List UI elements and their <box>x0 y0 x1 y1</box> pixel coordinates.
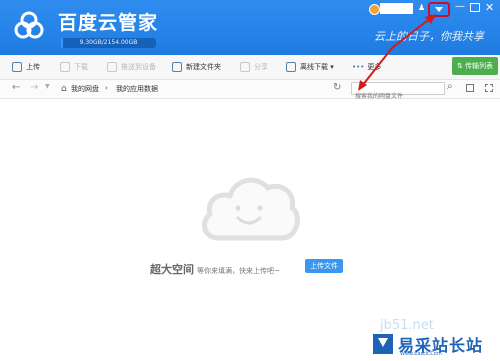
breadcrumb-separator-icon: › <box>105 84 108 92</box>
home-icon[interactable]: ⌂ <box>61 84 67 94</box>
breadcrumb-root[interactable]: 我的网盘 <box>71 84 99 94</box>
transfer-label: 传输列表 <box>465 62 494 70</box>
avatar[interactable] <box>369 4 380 15</box>
username-field[interactable] <box>380 3 413 14</box>
maximize-button[interactable] <box>470 3 480 12</box>
upload-icon <box>12 62 22 72</box>
empty-state-message: 超大空间 等你来填满，快来上传吧~ <box>150 258 280 277</box>
watermark-logo-icon <box>373 334 393 354</box>
title-bar: 百度云管家 9.30GB/2154.00GB ♟ — ✕ 云上的日子，你我共享 <box>0 0 500 55</box>
offline-label: 离线下载 <box>300 63 328 71</box>
new-folder-button[interactable]: 新建文件夹 <box>172 60 221 74</box>
main-menu-button[interactable] <box>428 2 450 17</box>
forward-arrow-icon[interactable]: → <box>30 82 38 93</box>
history-dropdown-icon[interactable]: ▼ <box>45 83 50 90</box>
search-icon[interactable]: ⌕ <box>447 81 453 92</box>
search-input[interactable] <box>352 91 433 102</box>
download-icon <box>60 62 70 72</box>
more-button[interactable]: ••• 更多 <box>352 60 381 74</box>
share-icon <box>240 62 250 72</box>
breadcrumb-current[interactable]: 我的应用数据 <box>116 84 158 94</box>
empty-state-title: 超大空间 <box>150 263 194 276</box>
more-label: 更多 <box>367 63 382 71</box>
user-icon[interactable]: ♟ <box>418 3 425 12</box>
download-label: 下载 <box>74 63 88 71</box>
watermark-sub: Www.Easck.Com <box>400 351 442 357</box>
download-button[interactable]: 下载 <box>60 60 88 74</box>
new-folder-label: 新建文件夹 <box>186 63 221 71</box>
more-icon: ••• <box>352 63 365 71</box>
upload-label: 上传 <box>26 63 40 71</box>
upload-button[interactable]: 上传 <box>12 60 40 74</box>
watermark-url: jb51.net <box>380 318 434 333</box>
upload-file-button[interactable]: 上传文件 <box>305 259 343 273</box>
folder-icon <box>172 62 182 72</box>
toolbar: 上传 下载 推送到设备 新建文件夹 分享 离线下载 ▾ ••• 更多 ⇅ 传输列表 <box>0 55 500 80</box>
transfer-icon: ⇅ <box>456 62 463 70</box>
share-button[interactable]: 分享 <box>240 60 268 74</box>
empty-state-subtitle: 等你来填满，快来上传吧~ <box>197 267 280 275</box>
share-label: 分享 <box>254 63 268 71</box>
back-arrow-icon[interactable]: ← <box>12 82 20 93</box>
close-button[interactable]: ✕ <box>485 1 494 14</box>
list-view-icon[interactable] <box>466 84 474 92</box>
refresh-icon[interactable]: ↻ <box>333 82 341 93</box>
smiling-cloud-icon <box>201 177 300 241</box>
slogan: 云上的日子，你我共享 <box>374 30 484 43</box>
grid-view-icon[interactable] <box>485 84 493 92</box>
search-box[interactable] <box>351 82 445 102</box>
chevron-down-icon <box>435 7 443 12</box>
device-icon <box>107 62 117 72</box>
push-label: 推送到设备 <box>121 63 156 71</box>
minimize-button[interactable]: — <box>455 1 465 12</box>
transfer-list-button[interactable]: ⇅ 传输列表 <box>452 57 498 75</box>
offline-download-button[interactable]: 离线下载 ▾ <box>286 60 334 74</box>
baidu-cloud-logo-icon <box>14 11 44 39</box>
app-title: 百度云管家 <box>58 12 159 34</box>
push-to-device-button[interactable]: 推送到设备 <box>107 60 156 74</box>
storage-quota-bar: 9.30GB/2154.00GB <box>61 38 156 48</box>
address-bar: ← → ▼ ⌂ 我的网盘 › 我的应用数据 ↻ ⌕ <box>0 80 500 102</box>
offline-download-icon <box>286 62 296 72</box>
storage-quota-text: 9.30GB/2154.00GB <box>79 39 138 46</box>
